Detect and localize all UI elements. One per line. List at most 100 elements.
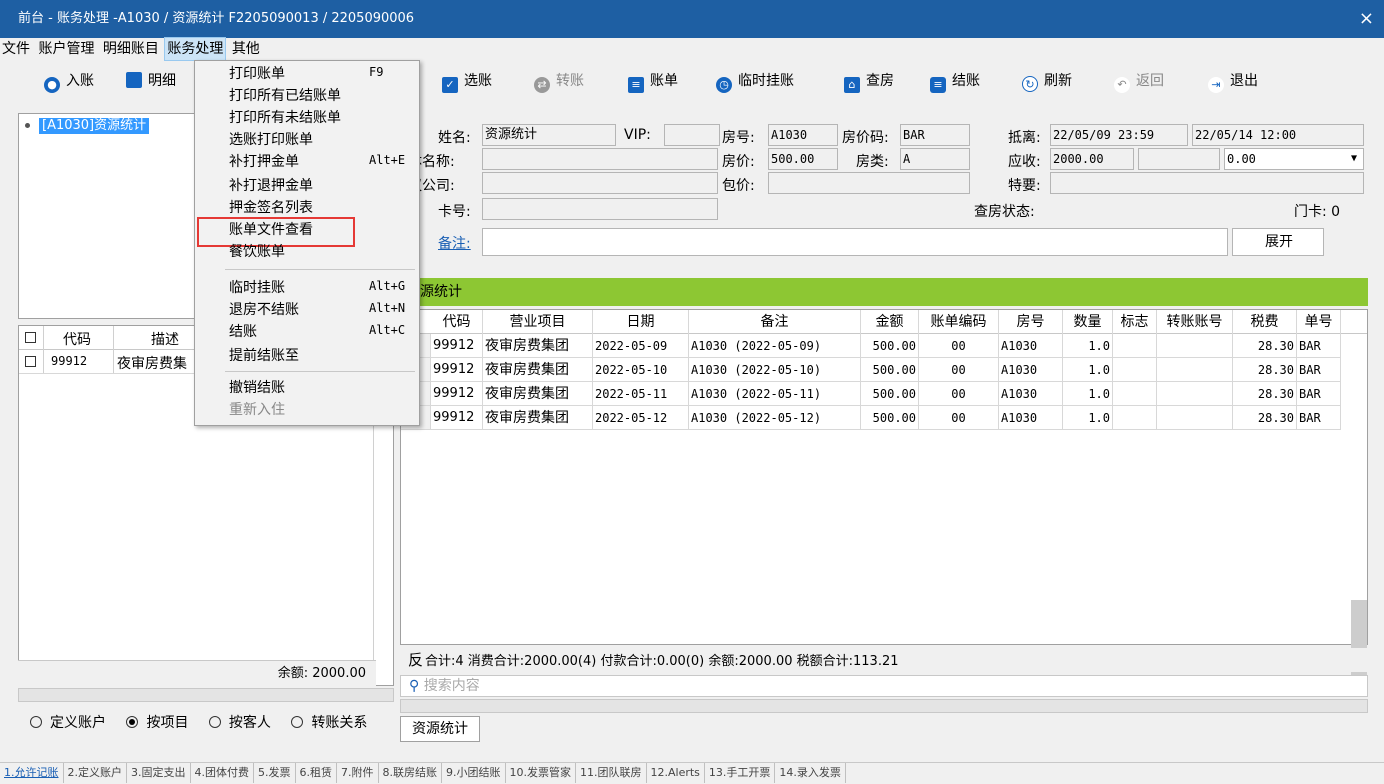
radio-transfer-relation[interactable]: 转账关系 — [291, 715, 375, 731]
column-header-bill-no[interactable]: 单号 — [1297, 310, 1341, 334]
close-icon[interactable]: × — [1359, 0, 1374, 38]
column-header-date[interactable]: 日期 — [593, 310, 689, 334]
transfer-button[interactable]: ⇄ 转账 — [534, 70, 584, 93]
card-icon — [126, 72, 142, 88]
room-field[interactable]: A1030 — [768, 124, 838, 146]
back-button[interactable]: ↶ 返回 — [1114, 70, 1164, 93]
menu-item-1[interactable]: 打印账单 — [229, 63, 285, 83]
menu-item-14[interactable]: 撤销结账 — [229, 377, 285, 397]
menu-other[interactable]: 其他 — [230, 38, 262, 60]
check-room-button[interactable]: ⌂ 查房 — [844, 70, 894, 93]
menu-item-3[interactable]: 打印所有未结账单 — [229, 107, 341, 127]
grid-horizontal-scrollbar[interactable] — [400, 699, 1368, 713]
checkout-button[interactable]: ≡ 结账 — [930, 70, 980, 93]
name-field[interactable]: 资源统计 — [482, 124, 616, 146]
reverse-toggle[interactable]: 反 — [408, 651, 423, 669]
table-row[interactable]: 99912 夜审房费集团 2022-05-11 A1030 (2022-05-11) 5… — [401, 382, 1367, 406]
horizontal-scrollbar[interactable] — [18, 688, 394, 702]
menu-item-12[interactable]: 结账 — [229, 321, 257, 341]
column-header-description[interactable]: 描述 — [151, 329, 179, 349]
table-row[interactable]: 99912 夜审房费集团 2022-05-12 A1030 (2022-05-12) 5… — [401, 406, 1367, 430]
menu-item-2[interactable]: 打印所有已结账单 — [229, 85, 341, 105]
temp-hang-button[interactable]: ◷ 临时挂账 — [716, 70, 794, 93]
status-tab-3[interactable]: 3.固定支出 — [127, 763, 191, 783]
cell-date: 2022-05-11 — [593, 382, 689, 406]
detail-button[interactable]: 明细 — [126, 70, 176, 92]
radio-by-guest[interactable]: 按客人 — [208, 715, 279, 731]
status-tab-9[interactable]: 9.小团结账 — [442, 763, 506, 783]
rate-code-field[interactable]: BAR — [900, 124, 970, 146]
status-tab-2[interactable]: 2.定义账户 — [64, 763, 127, 783]
status-tab-4[interactable]: 4.团体付费 — [191, 763, 254, 783]
row-checkbox[interactable] — [25, 355, 36, 371]
column-header-flag[interactable]: 标志 — [1113, 310, 1157, 334]
column-header-amount[interactable]: 金额 — [861, 310, 919, 334]
menu-item-8[interactable]: 账单文件查看 — [229, 219, 313, 239]
table-row[interactable]: 99912 夜审房费集团 2022-05-09 A1030 (2022-05-09) 5… — [401, 334, 1367, 358]
menu-item-15[interactable]: 重新入住 — [229, 399, 285, 419]
column-header-transfer-account[interactable]: 转账账号 — [1157, 310, 1233, 334]
special-field[interactable] — [1050, 172, 1364, 194]
menu-item-13[interactable]: 提前结账至 — [229, 345, 299, 365]
column-header-remark[interactable]: 备注 — [689, 310, 861, 334]
arrival-field[interactable]: 22/05/09 23:59 — [1050, 124, 1188, 146]
exit-button[interactable]: ⇥ 退出 — [1208, 70, 1258, 93]
remark-field[interactable] — [482, 228, 1228, 256]
column-header-code[interactable]: 代码 — [63, 329, 91, 349]
menu-account-management[interactable]: 账户管理 — [36, 38, 96, 60]
vip-field[interactable] — [664, 124, 720, 146]
column-header-room[interactable]: 房号 — [999, 310, 1063, 334]
select-account-button[interactable]: ✓ 选账 — [442, 70, 492, 93]
remark-link[interactable]: 备注: — [438, 233, 471, 253]
receivable-extra-field[interactable] — [1138, 148, 1220, 170]
status-tab-14[interactable]: 14.录入发票 — [775, 763, 846, 783]
select-all-checkbox[interactable] — [25, 331, 36, 347]
status-tab-10[interactable]: 10.发票管家 — [506, 763, 576, 783]
card-field[interactable] — [482, 198, 718, 220]
status-tab-13[interactable]: 13.手工开票 — [705, 763, 776, 783]
menu-item-11[interactable]: 退房不结账 — [229, 299, 299, 319]
status-tab-1[interactable]: 1.允许记账 — [0, 763, 64, 783]
column-header-quantity[interactable]: 数量 — [1063, 310, 1113, 334]
menu-item-4[interactable]: 选账打印账单 — [229, 129, 313, 149]
door-card-label: 门卡: 0 — [1294, 204, 1341, 220]
receivable-field[interactable]: 2000.00 — [1050, 148, 1134, 170]
status-tab-8[interactable]: 8.联房结账 — [379, 763, 442, 783]
status-tab-11[interactable]: 11.团队联房 — [576, 763, 647, 783]
menu-item-9[interactable]: 餐饮账单 — [229, 241, 285, 261]
menu-item-6[interactable]: 补打退押金单 — [229, 175, 313, 195]
radio-by-item[interactable]: 按项目 — [126, 715, 196, 731]
search-input[interactable]: ⚲ 搜索内容 — [400, 675, 1368, 697]
cell-bill-no: BAR — [1297, 358, 1341, 382]
menu-detail-items[interactable]: 明细账目 — [101, 38, 161, 60]
menu-file[interactable]: 文件 — [0, 38, 32, 60]
menu-accounting[interactable]: 账务处理 — [164, 37, 227, 61]
bill-button[interactable]: ≡ 账单 — [628, 70, 678, 93]
menu-item-10[interactable]: 临时挂账 — [229, 277, 285, 297]
radio-define-account[interactable]: 定义账户 — [30, 715, 114, 731]
status-tab-7[interactable]: 7.附件 — [337, 763, 379, 783]
menu-item-7[interactable]: 押金签名列表 — [229, 197, 313, 217]
status-tab-12[interactable]: 12.Alerts — [647, 763, 705, 783]
status-tab-6[interactable]: 6.租赁 — [296, 763, 337, 783]
expand-button[interactable]: 展开 — [1232, 228, 1324, 256]
tree-item-account[interactable]: [A1030]资源统计 — [39, 118, 150, 134]
receivable-select[interactable]: 0.00 ▼ — [1224, 148, 1364, 170]
table-row[interactable]: 99912 夜审房费集团 2022-05-10 A1030 (2022-05-10) 5… — [401, 358, 1367, 382]
in-account-button[interactable]: ● 入账 — [44, 70, 94, 93]
status-tab-5[interactable]: 5.发票 — [254, 763, 296, 783]
refresh-button[interactable]: ↻ 刷新 — [1022, 70, 1072, 92]
price-field[interactable]: 500.00 — [768, 148, 838, 170]
menu-item-5[interactable]: 补打押金单 — [229, 151, 299, 171]
column-header-tax[interactable]: 税费 — [1233, 310, 1297, 334]
company-field[interactable] — [482, 172, 718, 194]
column-header-business-item[interactable]: 营业项目 — [483, 310, 593, 334]
room-type-field[interactable]: A — [900, 148, 970, 170]
package-field[interactable] — [768, 172, 970, 194]
tab-resource-stats[interactable]: 资源统计 — [400, 716, 480, 742]
departure-field[interactable]: 22/05/14 12:00 — [1192, 124, 1364, 146]
group-name-field[interactable] — [482, 148, 718, 170]
column-header-code[interactable]: 代码 — [431, 310, 483, 334]
column-header-bill-code[interactable]: 账单编码 — [919, 310, 999, 334]
menu-item-shortcut: Alt+E — [369, 153, 406, 167]
